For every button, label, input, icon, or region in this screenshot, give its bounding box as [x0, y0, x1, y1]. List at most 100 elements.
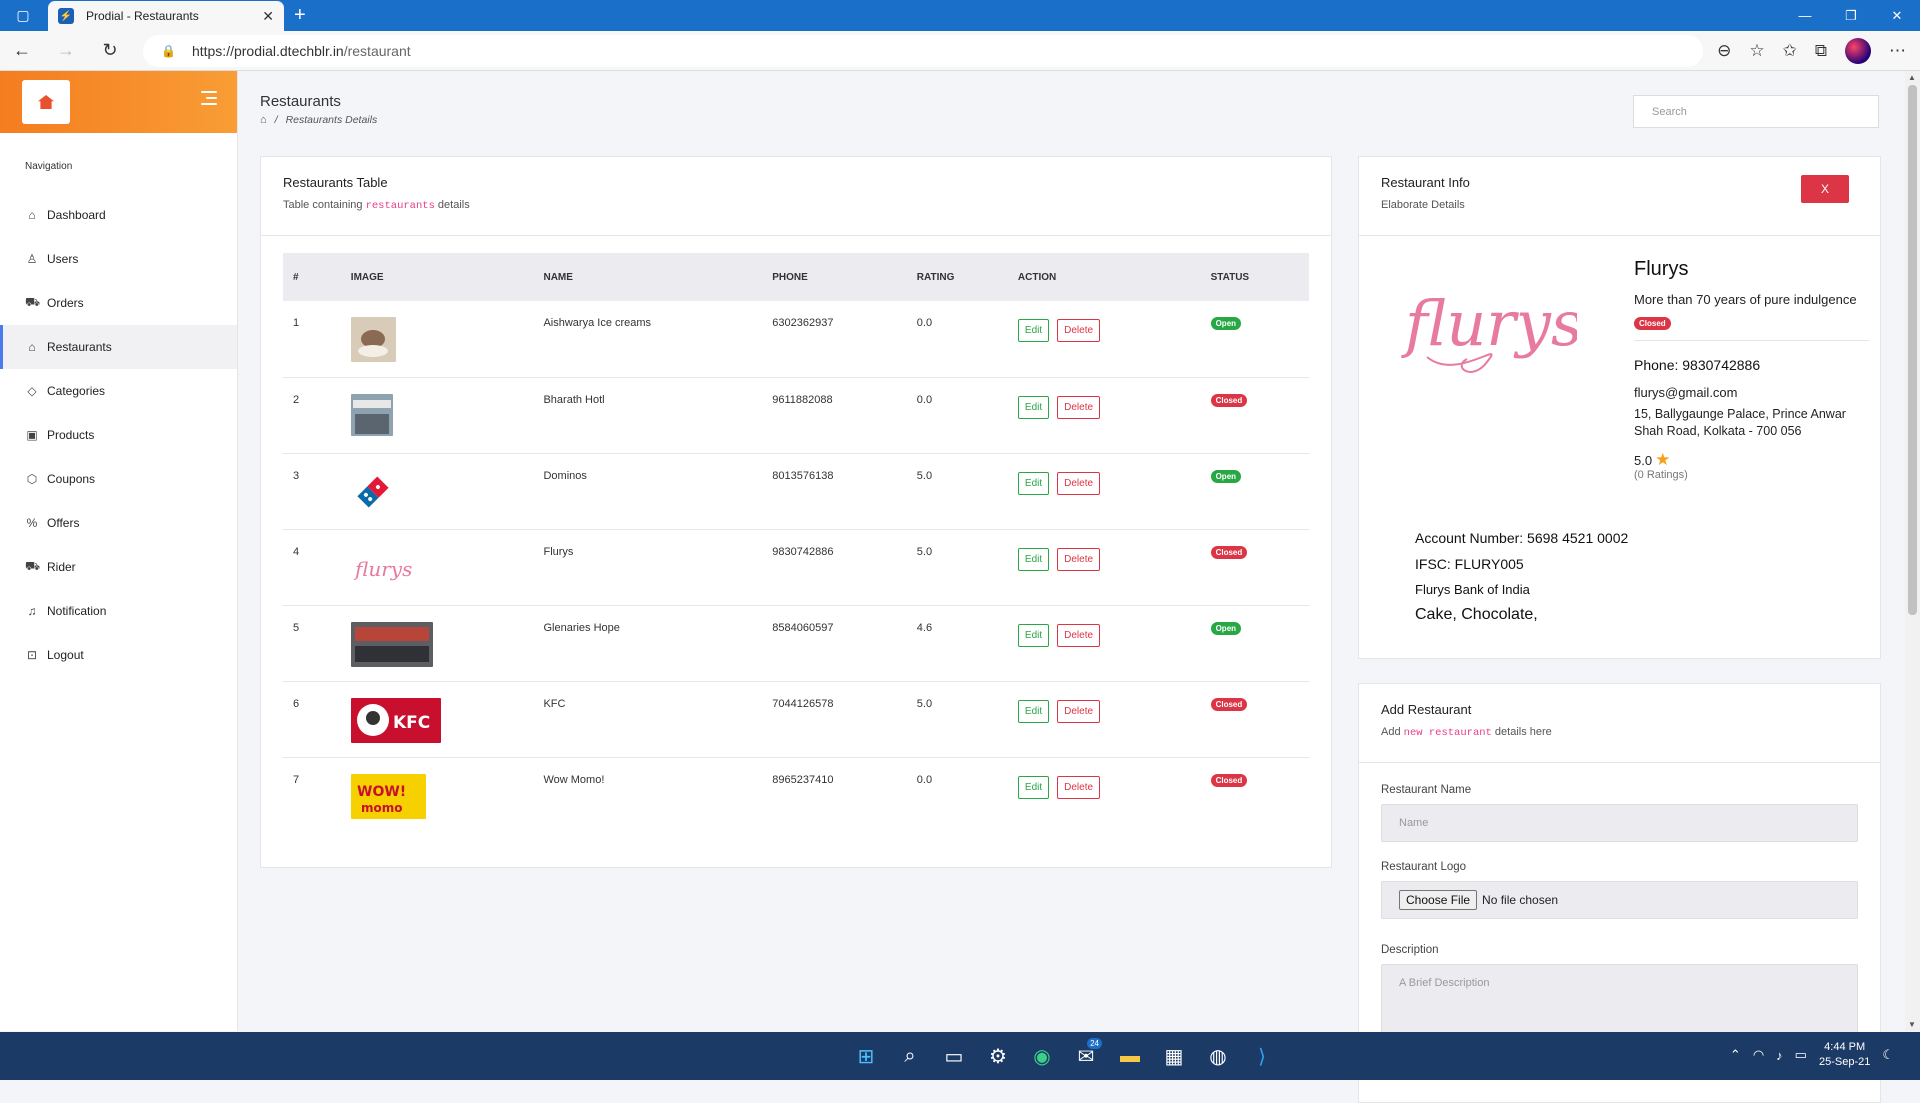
settings-icon[interactable]: ⚙ — [982, 1040, 1014, 1072]
close-info-button[interactable]: X — [1801, 175, 1849, 203]
sidebar-item-label: Orders — [47, 296, 84, 310]
delete-button[interactable]: Delete — [1057, 623, 1101, 647]
edit-button[interactable]: Edit — [1017, 395, 1050, 419]
lock-icon: ⊡ — [26, 648, 38, 662]
delete-button[interactable]: Delete — [1057, 395, 1101, 419]
breadcrumb-current: Restaurants Details — [285, 114, 378, 126]
page-scrollbar[interactable]: ▲ ▼ — [1905, 71, 1920, 1031]
restaurant-phone: 7044126578 — [772, 697, 834, 710]
mail-icon[interactable]: ✉ 24 — [1070, 1038, 1102, 1072]
sidebar-item-label: Notification — [47, 604, 107, 618]
collections-icon[interactable]: ⧉ — [1815, 41, 1827, 61]
app-icon[interactable]: ◍ — [1202, 1040, 1234, 1072]
sidebar-item-products[interactable]: ▣ Products — [0, 413, 237, 457]
rating-count: (0 Ratings) — [1634, 469, 1688, 481]
more-icon[interactable]: ⋯ — [1889, 41, 1906, 61]
restore-icon[interactable]: ❐ — [1828, 0, 1874, 31]
delete-button[interactable]: Delete — [1057, 775, 1101, 799]
restaurant-name-input[interactable]: Name — [1381, 804, 1858, 842]
sidebar-item-coupons[interactable]: ⬡ Coupons — [0, 457, 237, 501]
delete-button[interactable]: Delete — [1057, 471, 1101, 495]
scroll-down-icon[interactable]: ▼ — [1908, 1020, 1916, 1029]
vscode-icon[interactable]: ⟩ — [1246, 1040, 1278, 1072]
url-host: https://prodial.dtechblr.in — [191, 43, 344, 59]
home-icon[interactable]: ⌂ — [260, 114, 267, 126]
browser-tab[interactable]: ⚡ Prodial - Restaurants ✕ — [48, 1, 284, 31]
volume-icon[interactable]: ♪ — [1776, 1048, 1783, 1063]
edit-button[interactable]: Edit — [1017, 547, 1050, 571]
ifsc-code: IFSC: FLURY005 — [1415, 556, 1524, 572]
task-view-icon[interactable]: ▭ — [938, 1040, 970, 1072]
delete-button[interactable]: Delete — [1057, 547, 1101, 571]
refresh-icon[interactable]: ↻ — [88, 40, 132, 61]
edit-button[interactable]: Edit — [1017, 623, 1050, 647]
cart-icon: ⛟ — [25, 295, 41, 309]
menu-toggle-icon[interactable] — [201, 91, 217, 109]
sidebar-item-users[interactable]: ♙ Users — [0, 237, 237, 281]
file-explorer-icon[interactable]: ▬ — [1114, 1040, 1146, 1072]
table-row[interactable]: 1 Aishwarya Ice creams 6302362937 0.0 Edit De… — [283, 301, 1309, 377]
sidebar-item-restaurants[interactable]: ⌂ Restaurants — [0, 325, 237, 369]
table-row[interactable]: 3 Dominos 8013576138 5.0 Edit Delete Open — [283, 453, 1309, 529]
scroll-up-icon[interactable]: ▲ — [1908, 73, 1916, 82]
search-icon[interactable]: ⌕ — [894, 1040, 926, 1072]
edit-button[interactable]: Edit — [1017, 775, 1050, 799]
back-icon[interactable]: ← — [0, 40, 44, 61]
sidebar-item-notification[interactable]: ♫ Notification — [0, 589, 237, 633]
wifi-icon[interactable]: ◠ — [1753, 1047, 1764, 1063]
favorites-icon[interactable]: ✩ — [1783, 41, 1797, 61]
minimize-icon[interactable]: — — [1782, 0, 1828, 31]
card-title: Restaurants Table — [283, 175, 388, 190]
logo-file-input[interactable]: Choose File No file chosen — [1381, 881, 1858, 919]
table-row[interactable]: 6 KFC KFC 7044126578 5.0 Edit Delete Closed — [283, 681, 1309, 757]
delete-button[interactable]: Delete — [1057, 699, 1101, 723]
tab-title: Prodial - Restaurants — [86, 9, 199, 23]
sidebar-item-dashboard[interactable]: ⌂ Dashboard — [0, 193, 237, 237]
restaurant-phone: 8965237410 — [772, 773, 834, 786]
edit-button[interactable]: Edit — [1017, 699, 1050, 723]
profile-avatar[interactable] — [1845, 38, 1871, 64]
sidebar-item-logout[interactable]: ⊡ Logout — [0, 633, 237, 677]
forward-icon[interactable]: → — [44, 40, 88, 61]
tab-close-icon[interactable]: ✕ — [262, 8, 274, 25]
sidebar-item-orders[interactable]: ⛟ Orders — [0, 281, 237, 325]
favorite-add-icon[interactable]: ☆ — [1749, 41, 1764, 61]
card-subtitle: Elaborate Details — [1381, 199, 1465, 211]
sidebar-item-offers[interactable]: % Offers — [0, 501, 237, 545]
system-clock[interactable]: 4:44 PM 25-Sep-21 — [1819, 1040, 1870, 1070]
table-row[interactable]: 4 flurys Flurys 9830742886 5.0 Edit Delete Clos… — [283, 529, 1309, 605]
table-row[interactable]: 7 WOW! momo Wow Momo! 8965237410 0.0 Edit Delet… — [283, 757, 1309, 833]
new-tab-icon[interactable]: + — [294, 4, 306, 27]
row-number: 4 — [293, 545, 300, 558]
close-window-icon[interactable]: ✕ — [1874, 0, 1920, 31]
url-field[interactable]: 🔒 https://prodial.dtechblr.in/restaurant — [143, 35, 1703, 67]
lock-icon[interactable]: 🔒 — [161, 44, 176, 58]
sidebar-item-label: Rider — [47, 560, 76, 574]
svg-text:WOW!: WOW! — [357, 784, 406, 800]
percent-icon: % — [26, 516, 38, 530]
tab-actions-icon[interactable]: ▢ — [0, 0, 46, 31]
edge-icon[interactable]: ◉ — [1026, 1040, 1058, 1072]
zoom-icon[interactable]: ⊖ — [1717, 41, 1731, 61]
choose-file-button[interactable]: Choose File — [1399, 890, 1478, 910]
sidebar-item-categories[interactable]: ◇ Categories — [0, 369, 237, 413]
house-logo-icon — [38, 95, 54, 109]
tray-chevron-icon[interactable]: ⌃ — [1730, 1047, 1741, 1063]
sidebar-item-label: Categories — [47, 384, 106, 398]
battery-icon[interactable]: ▭ — [1795, 1047, 1807, 1063]
restaurant-name: Dominos — [543, 469, 587, 482]
table-row[interactable]: 5 Glenaries Hope 8584060597 4.6 Edit Delete Op… — [283, 605, 1309, 681]
edit-button[interactable]: Edit — [1017, 319, 1050, 342]
start-icon[interactable]: ⊞ — [850, 1040, 882, 1072]
scroll-thumb[interactable] — [1908, 85, 1917, 615]
table-row[interactable]: 2 Bharath Hotl 9611882088 0.0 Edit Delete Clos… — [283, 377, 1309, 453]
app-logo[interactable] — [22, 80, 70, 124]
restaurant-info-card: Restaurant Info Elaborate Details X flur… — [1358, 156, 1881, 659]
search-input[interactable] — [1633, 95, 1879, 128]
delete-button[interactable]: Delete — [1057, 319, 1101, 342]
description-textarea[interactable]: A Brief Description — [1381, 964, 1858, 1034]
focus-icon[interactable]: ☾ — [1882, 1047, 1894, 1063]
sidebar-item-rider[interactable]: ⛟ Rider — [0, 545, 237, 589]
edit-button[interactable]: Edit — [1017, 471, 1050, 495]
store-icon[interactable]: ▦ — [1158, 1040, 1190, 1072]
